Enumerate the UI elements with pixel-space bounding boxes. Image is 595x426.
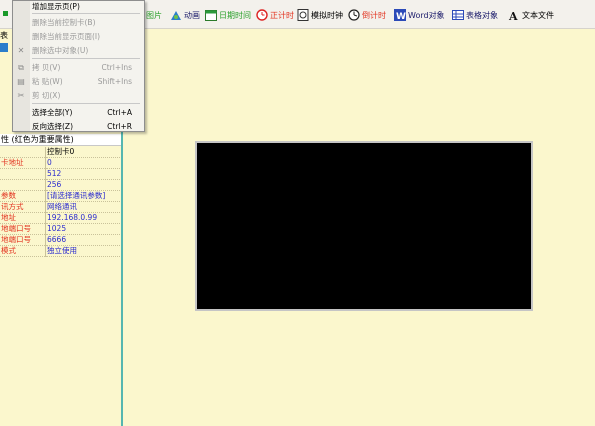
property-value[interactable]: 192.168.0.99 <box>45 212 120 224</box>
svg-text:W: W <box>396 12 406 21</box>
property-key <box>0 147 46 158</box>
copy-icon: ⧉ <box>18 63 24 72</box>
menu-item-delete-card[interactable]: 删除当前控制卡(B) <box>32 17 140 28</box>
property-key: 模式 <box>0 245 46 257</box>
toolbar-timer-label: 正计时 <box>270 10 294 20</box>
menu-item-label: 反向选择(Z) <box>32 122 73 131</box>
toolbar-analog-clock-label: 模拟时钟 <box>311 10 343 20</box>
property-key: 地端口号 <box>0 234 46 246</box>
menu-item-label: 拷 贝(V) <box>32 63 61 72</box>
menu-item-cut[interactable]: ✂ 剪 切(X) <box>18 90 140 101</box>
menu-item-label: 增加显示页(P) <box>32 2 80 11</box>
calendar-icon <box>205 9 217 21</box>
toolbar-table-label: 表格对象 <box>466 10 498 20</box>
menu-item-label: 删除当前控制卡(B) <box>32 18 96 27</box>
property-value[interactable]: 512 <box>45 168 120 180</box>
analog-clock-icon <box>297 9 309 21</box>
table-row[interactable]: 256 <box>0 179 120 191</box>
context-menu: 增加显示页(P) 删除当前控制卡(B) 删除当前显示页面(I) ✕ 删除选中对象… <box>12 0 145 132</box>
toolbar-analog-clock-button[interactable]: 模拟时钟 <box>297 8 343 22</box>
table-row[interactable]: 地端口号 1025 <box>0 223 120 235</box>
property-header: 性 (红色为重要属性) <box>0 134 121 146</box>
menu-item-label: 粘 贴(W) <box>32 77 63 86</box>
table-row[interactable]: 参数 [请选择通讯参数] <box>0 190 120 202</box>
toolbar-partial-icon <box>3 11 8 16</box>
property-value[interactable]: 独立使用 <box>45 245 120 257</box>
property-key: 地端口号 <box>0 223 46 235</box>
menu-item-shortcut: Ctrl+Ins <box>101 63 132 72</box>
word-icon: W <box>394 9 406 22</box>
toolbar-countdown-button[interactable]: 倒计时 <box>348 8 386 22</box>
menu-item-invert-selection[interactable]: 反向选择(Z) Ctrl+R <box>32 121 140 132</box>
toolbar-image-button[interactable]: 图片 <box>146 8 162 22</box>
toolbar-timer-button[interactable]: 正计时 <box>256 8 294 22</box>
property-key: 卡地址 <box>0 157 46 169</box>
toolbar-animation-button[interactable]: 动画 <box>170 8 200 22</box>
timer-icon <box>256 9 268 21</box>
led-display-canvas[interactable] <box>195 141 533 311</box>
toolbar-text-file-label: 文本文件 <box>522 10 554 20</box>
toolbar-datetime-label: 日期时间 <box>219 10 251 20</box>
table-row[interactable]: 讯方式 网络通讯 <box>0 201 120 213</box>
menu-item-shortcut: Shift+Ins <box>97 77 132 86</box>
menu-item-label: 选择全部(Y) <box>32 108 73 117</box>
toolbar-countdown-label: 倒计时 <box>362 10 386 20</box>
table-row[interactable]: 地端口号 6666 <box>0 234 120 246</box>
property-table: 控制卡0 卡地址 0 512 256 参数 [请选择通讯参数] 讯方式 网络通讯 地址… <box>0 147 120 257</box>
menu-separator <box>32 13 140 14</box>
panel-stub-icon <box>0 43 8 52</box>
toolbar-datetime-button[interactable]: 日期时间 <box>205 8 251 22</box>
countdown-icon <box>348 9 360 21</box>
menu-item-paste[interactable]: ▤ 粘 贴(W) Shift+Ins <box>17 76 140 87</box>
property-key: 讯方式 <box>0 201 46 213</box>
menu-item-label: 删除当前显示页面(I) <box>32 32 101 41</box>
menu-item-delete-page[interactable]: 删除当前显示页面(I) <box>32 31 140 42</box>
panel-stub-label: 表 <box>0 31 8 40</box>
menu-item-label: 删除选中对象(U) <box>32 46 89 55</box>
menu-item-shortcut: Ctrl+R <box>107 122 132 131</box>
property-key: 地址 <box>0 212 46 224</box>
menu-item-select-all[interactable]: 选择全部(Y) Ctrl+A <box>32 107 140 118</box>
property-value[interactable]: 1025 <box>45 223 120 235</box>
menu-item-copy[interactable]: ⧉ 拷 贝(V) Ctrl+Ins <box>18 62 140 73</box>
menu-item-label: 剪 切(X) <box>32 91 61 100</box>
property-value[interactable]: 控制卡0 <box>45 147 120 158</box>
table-row[interactable]: 模式 独立使用 <box>0 245 120 257</box>
text-file-icon: A <box>508 9 520 23</box>
menu-separator <box>32 58 140 59</box>
menu-item-add-page[interactable]: 增加显示页(P) <box>32 1 140 12</box>
property-value[interactable]: [请选择通讯参数] <box>45 190 120 202</box>
delete-icon: ✕ <box>17 46 25 55</box>
toolbar-table-button[interactable]: 表格对象 <box>452 8 498 22</box>
property-value[interactable]: 网络通讯 <box>45 201 120 213</box>
paste-icon: ▤ <box>17 77 25 86</box>
property-key: 参数 <box>0 190 46 202</box>
property-value[interactable]: 6666 <box>45 234 120 246</box>
menu-item-delete-selected[interactable]: ✕ 删除选中对象(U) <box>18 45 140 56</box>
menu-separator <box>32 103 140 104</box>
property-value[interactable]: 256 <box>45 179 120 191</box>
toolbar-animation-label: 动画 <box>184 10 200 20</box>
table-row[interactable]: 地址 192.168.0.99 <box>0 212 120 224</box>
toolbar-word-button[interactable]: W Word对象 <box>394 8 445 22</box>
table-row[interactable]: 512 <box>0 168 120 180</box>
property-value[interactable]: 0 <box>45 157 120 169</box>
menu-item-shortcut: Ctrl+A <box>107 108 132 117</box>
table-row[interactable]: 控制卡0 <box>0 147 120 158</box>
toolbar-text-file-button[interactable]: A 文本文件 <box>508 8 554 23</box>
svg-text:A: A <box>508 10 518 21</box>
table-icon <box>452 9 464 21</box>
table-row[interactable]: 卡地址 0 <box>0 157 120 169</box>
toolbar-image-label: 图片 <box>146 10 162 20</box>
property-key <box>0 179 46 191</box>
toolbar-word-label: Word对象 <box>408 10 445 20</box>
scissors-icon: ✂ <box>17 91 25 100</box>
animation-icon <box>170 9 182 21</box>
property-key <box>0 168 46 180</box>
